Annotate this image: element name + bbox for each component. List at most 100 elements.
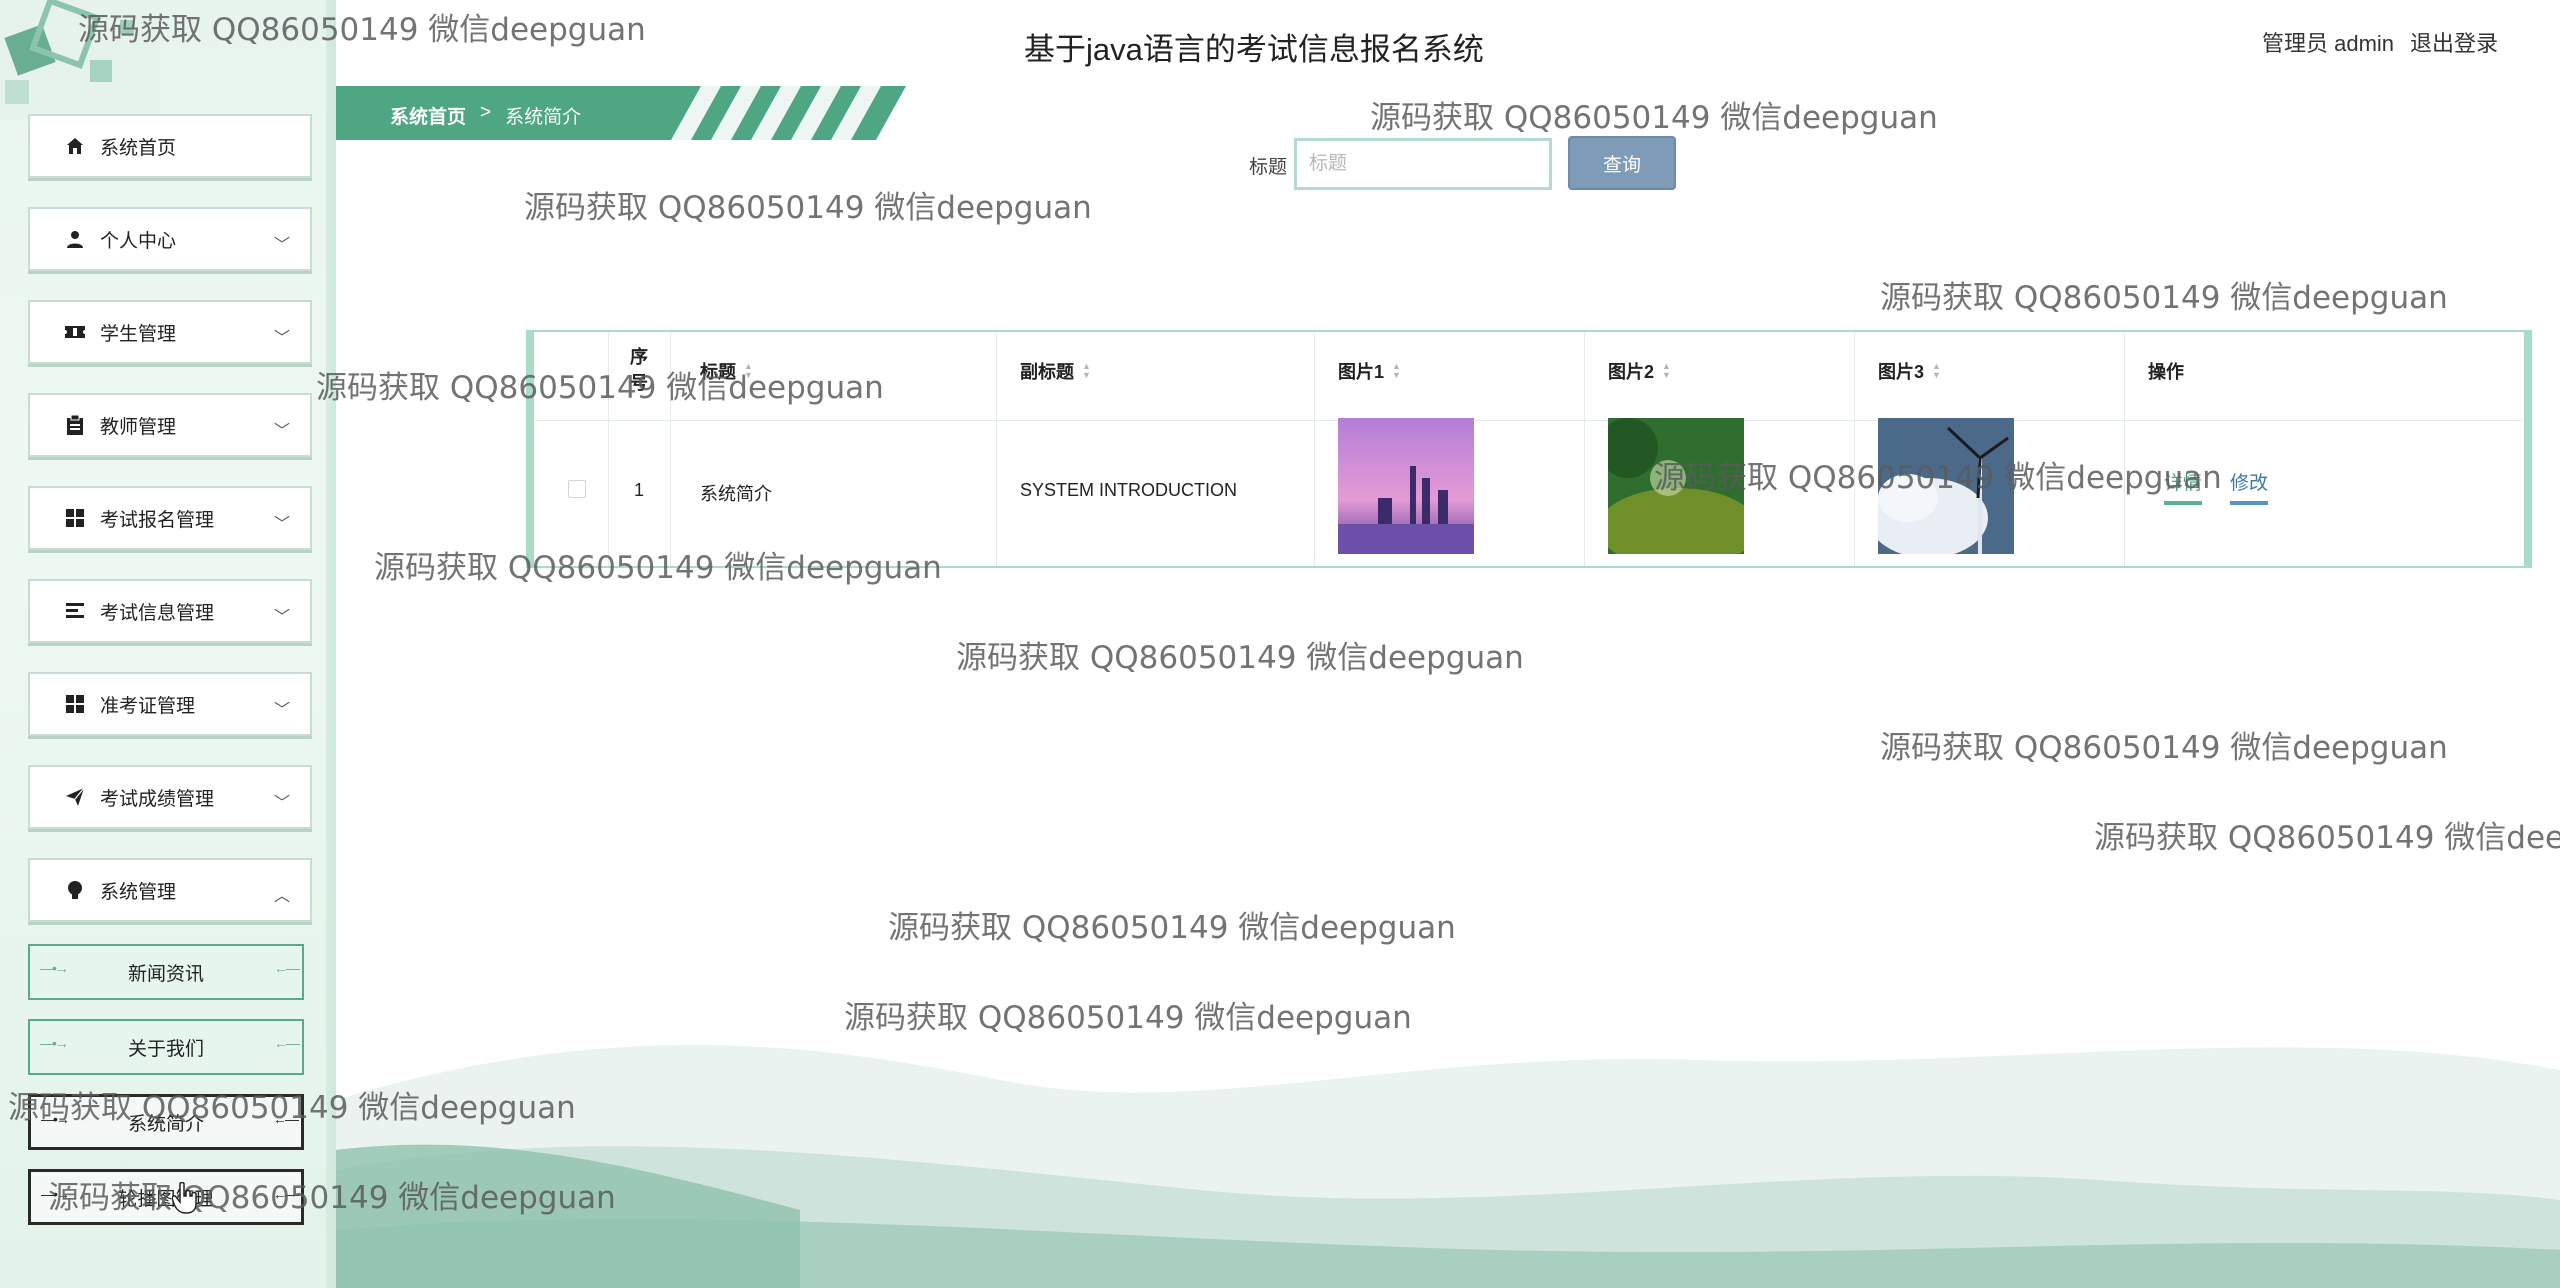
column-divider — [1314, 332, 1315, 566]
image1-thumbnail[interactable] — [1338, 418, 1474, 554]
column-divider — [608, 332, 609, 566]
sort-icon[interactable]: ▲ ▼ — [1932, 362, 1941, 380]
sidebar-item-teacher-management[interactable]: 教师管理 ﹀ — [28, 393, 312, 457]
sidebar-item-label: 系统首页 — [100, 137, 177, 159]
column-header-title-label: 标题 — [700, 362, 736, 382]
chevron-down-icon: ﹀ — [273, 237, 290, 254]
sidebar-item-label: 考试报名管理 — [100, 509, 215, 531]
sidebar-subitem-about-us[interactable]: —•→ 关于我们 ←— — [28, 1019, 304, 1075]
send-icon — [64, 786, 86, 808]
sidebar-item-label: 学生管理 — [100, 323, 177, 345]
column-divider — [1854, 332, 1855, 566]
grid-icon — [64, 507, 86, 529]
background-waves — [336, 1045, 2560, 1288]
sidebar-item-exam-scores[interactable]: 考试成绩管理 ﹀ — [28, 765, 312, 829]
sidebar-item-home[interactable]: 系统首页 — [28, 114, 312, 178]
arrow-decoration-icon: ←— — [274, 1035, 300, 1051]
arrow-decoration-icon: —•→ — [40, 960, 69, 976]
column-header-image3-label: 图片3 — [1878, 362, 1925, 382]
sort-icon[interactable]: ▲ ▼ — [1662, 362, 1671, 380]
column-header-title[interactable]: 标题 ▲ ▼ — [700, 358, 753, 384]
watermark-text: 源码获取 QQ86050149 微信deepguan — [524, 190, 1092, 226]
bulb-icon — [64, 879, 86, 901]
cell-subtitle: SYSTEM INTRODUCTION — [1020, 480, 1238, 500]
chevron-down-icon: ﹀ — [273, 330, 290, 347]
list-icon — [64, 600, 86, 622]
page-title: 基于java语言的考试信息报名系统 — [1024, 32, 1484, 67]
cell-title: 系统简介 — [700, 484, 772, 504]
search-title-label: 标题 — [1249, 157, 1288, 178]
data-table: 序号 标题 ▲ ▼ 副标题 ▲ ▼ 图片1 ▲ ▼ 图片2 ▲ ▼ 图片3 ▲ ▼ 操作 … — [526, 330, 2532, 568]
column-header-image2[interactable]: 图片2 ▲ ▼ — [1608, 358, 1671, 384]
column-header-subtitle-label: 副标题 — [1020, 362, 1074, 382]
sidebar: 系统首页 个人中心 ﹀ 学生管理 ﹀ 教师管理 ﹀ 考试报名管理 ﹀ 考试信息管… — [0, 0, 336, 1288]
arrow-decoration-icon: ←— — [273, 1111, 299, 1127]
sidebar-item-student-management[interactable]: 学生管理 ﹀ — [28, 300, 312, 364]
sidebar-subitem-system-intro[interactable]: —•→ 系统简介 ←— — [28, 1094, 304, 1150]
column-header-image1[interactable]: 图片1 ▲ ▼ — [1338, 358, 1401, 384]
sidebar-item-exam-info[interactable]: 考试信息管理 ﹀ — [28, 579, 312, 643]
sidebar-subitem-label: 系统简介 — [127, 1113, 204, 1135]
sort-icon[interactable]: ▲ ▼ — [1392, 362, 1401, 380]
column-header-image3[interactable]: 图片3 ▲ ▼ — [1878, 358, 1941, 384]
sidebar-item-label: 系统管理 — [100, 881, 177, 903]
sidebar-item-label: 考试成绩管理 — [100, 788, 215, 810]
watermark-text: 源码获取 QQ86050149 微信deepguan — [1880, 730, 2448, 766]
arrow-decoration-icon: —•→ — [41, 1186, 70, 1202]
column-header-index: 序号 — [630, 347, 648, 393]
image3-thumbnail[interactable] — [1878, 418, 2014, 554]
column-divider — [1584, 332, 1585, 566]
sidebar-subitem-label: 关于我们 — [127, 1038, 204, 1060]
search-title-input[interactable] — [1294, 138, 1552, 190]
column-divider — [996, 332, 997, 566]
breadcrumb-current: 系统简介 — [505, 107, 582, 128]
image2-thumbnail[interactable] — [1608, 418, 1744, 554]
sidebar-item-label: 教师管理 — [100, 416, 177, 438]
sidebar-subitem-news[interactable]: —•→ 新闻资讯 ←— — [28, 944, 304, 1000]
sidebar-edge — [326, 0, 336, 1288]
arrow-decoration-icon: —•→ — [41, 1111, 70, 1127]
breadcrumb-home-link[interactable]: 系统首页 — [390, 102, 466, 129]
breadcrumb-separator: > — [480, 102, 492, 123]
watermark-text: 源码获取 QQ86050149 微信deepguan — [1370, 100, 1938, 136]
chevron-down-icon: ﹀ — [273, 609, 290, 626]
watermark-text: 源码获取 QQ86050149 微信deepguan — [888, 910, 1456, 946]
sidebar-item-exam-registration[interactable]: 考试报名管理 ﹀ — [28, 486, 312, 550]
header-divider — [534, 420, 2524, 421]
sidebar-item-system-management[interactable]: 系统管理 ︿ — [28, 858, 312, 922]
arrow-decoration-icon: —•→ — [40, 1035, 69, 1051]
logo-decoration-icon — [0, 0, 160, 120]
user-info: 管理员 admin 退出登录 — [2262, 26, 2498, 58]
watermark-text: 源码获取 QQ86050149 微信deepguan — [1880, 280, 2448, 316]
sort-icon[interactable]: ▲ ▼ — [744, 362, 753, 380]
breadcrumb-text: 系统首页 > 系统简介 — [390, 102, 581, 129]
ticket-icon — [64, 321, 86, 343]
sidebar-item-label: 考试信息管理 — [100, 602, 215, 624]
chevron-down-icon: ﹀ — [273, 795, 290, 812]
current-user-label: 管理员 admin — [2262, 31, 2395, 56]
watermark-text: 源码获取 QQ86050149 微信deepguan — [844, 1000, 1412, 1036]
column-header-image1-label: 图片1 — [1338, 362, 1385, 382]
sidebar-item-admission-ticket[interactable]: 准考证管理 ﹀ — [28, 672, 312, 736]
arrow-decoration-icon: ←— — [273, 1186, 299, 1202]
sort-icon[interactable]: ▲ ▼ — [1082, 362, 1091, 380]
search-button[interactable]: 查询 — [1568, 136, 1676, 190]
clipboard-icon — [64, 414, 86, 436]
mouse-cursor-icon — [172, 1182, 197, 1214]
grid-icon — [64, 693, 86, 715]
column-header-image2-label: 图片2 — [1608, 362, 1655, 382]
row-checkbox[interactable] — [568, 480, 586, 498]
column-header-subtitle[interactable]: 副标题 ▲ ▼ — [1020, 358, 1091, 384]
detail-button[interactable]: 详情 — [2164, 468, 2203, 505]
chevron-down-icon: ﹀ — [273, 516, 290, 533]
watermark-text: 源码获取 QQ86050149 微信deepguan — [956, 640, 1524, 676]
user-icon — [64, 228, 86, 250]
home-icon — [64, 135, 86, 157]
sidebar-subitem-carousel[interactable]: —•→ 轮播图管理 ←— — [28, 1169, 304, 1225]
column-header-actions: 操作 — [2148, 362, 2184, 382]
sidebar-item-personal-center[interactable]: 个人中心 ﹀ — [28, 207, 312, 271]
column-divider — [2124, 332, 2125, 566]
chevron-down-icon: ﹀ — [273, 423, 290, 440]
logout-link[interactable]: 退出登录 — [2410, 26, 2498, 58]
edit-button[interactable]: 修改 — [2230, 468, 2269, 505]
